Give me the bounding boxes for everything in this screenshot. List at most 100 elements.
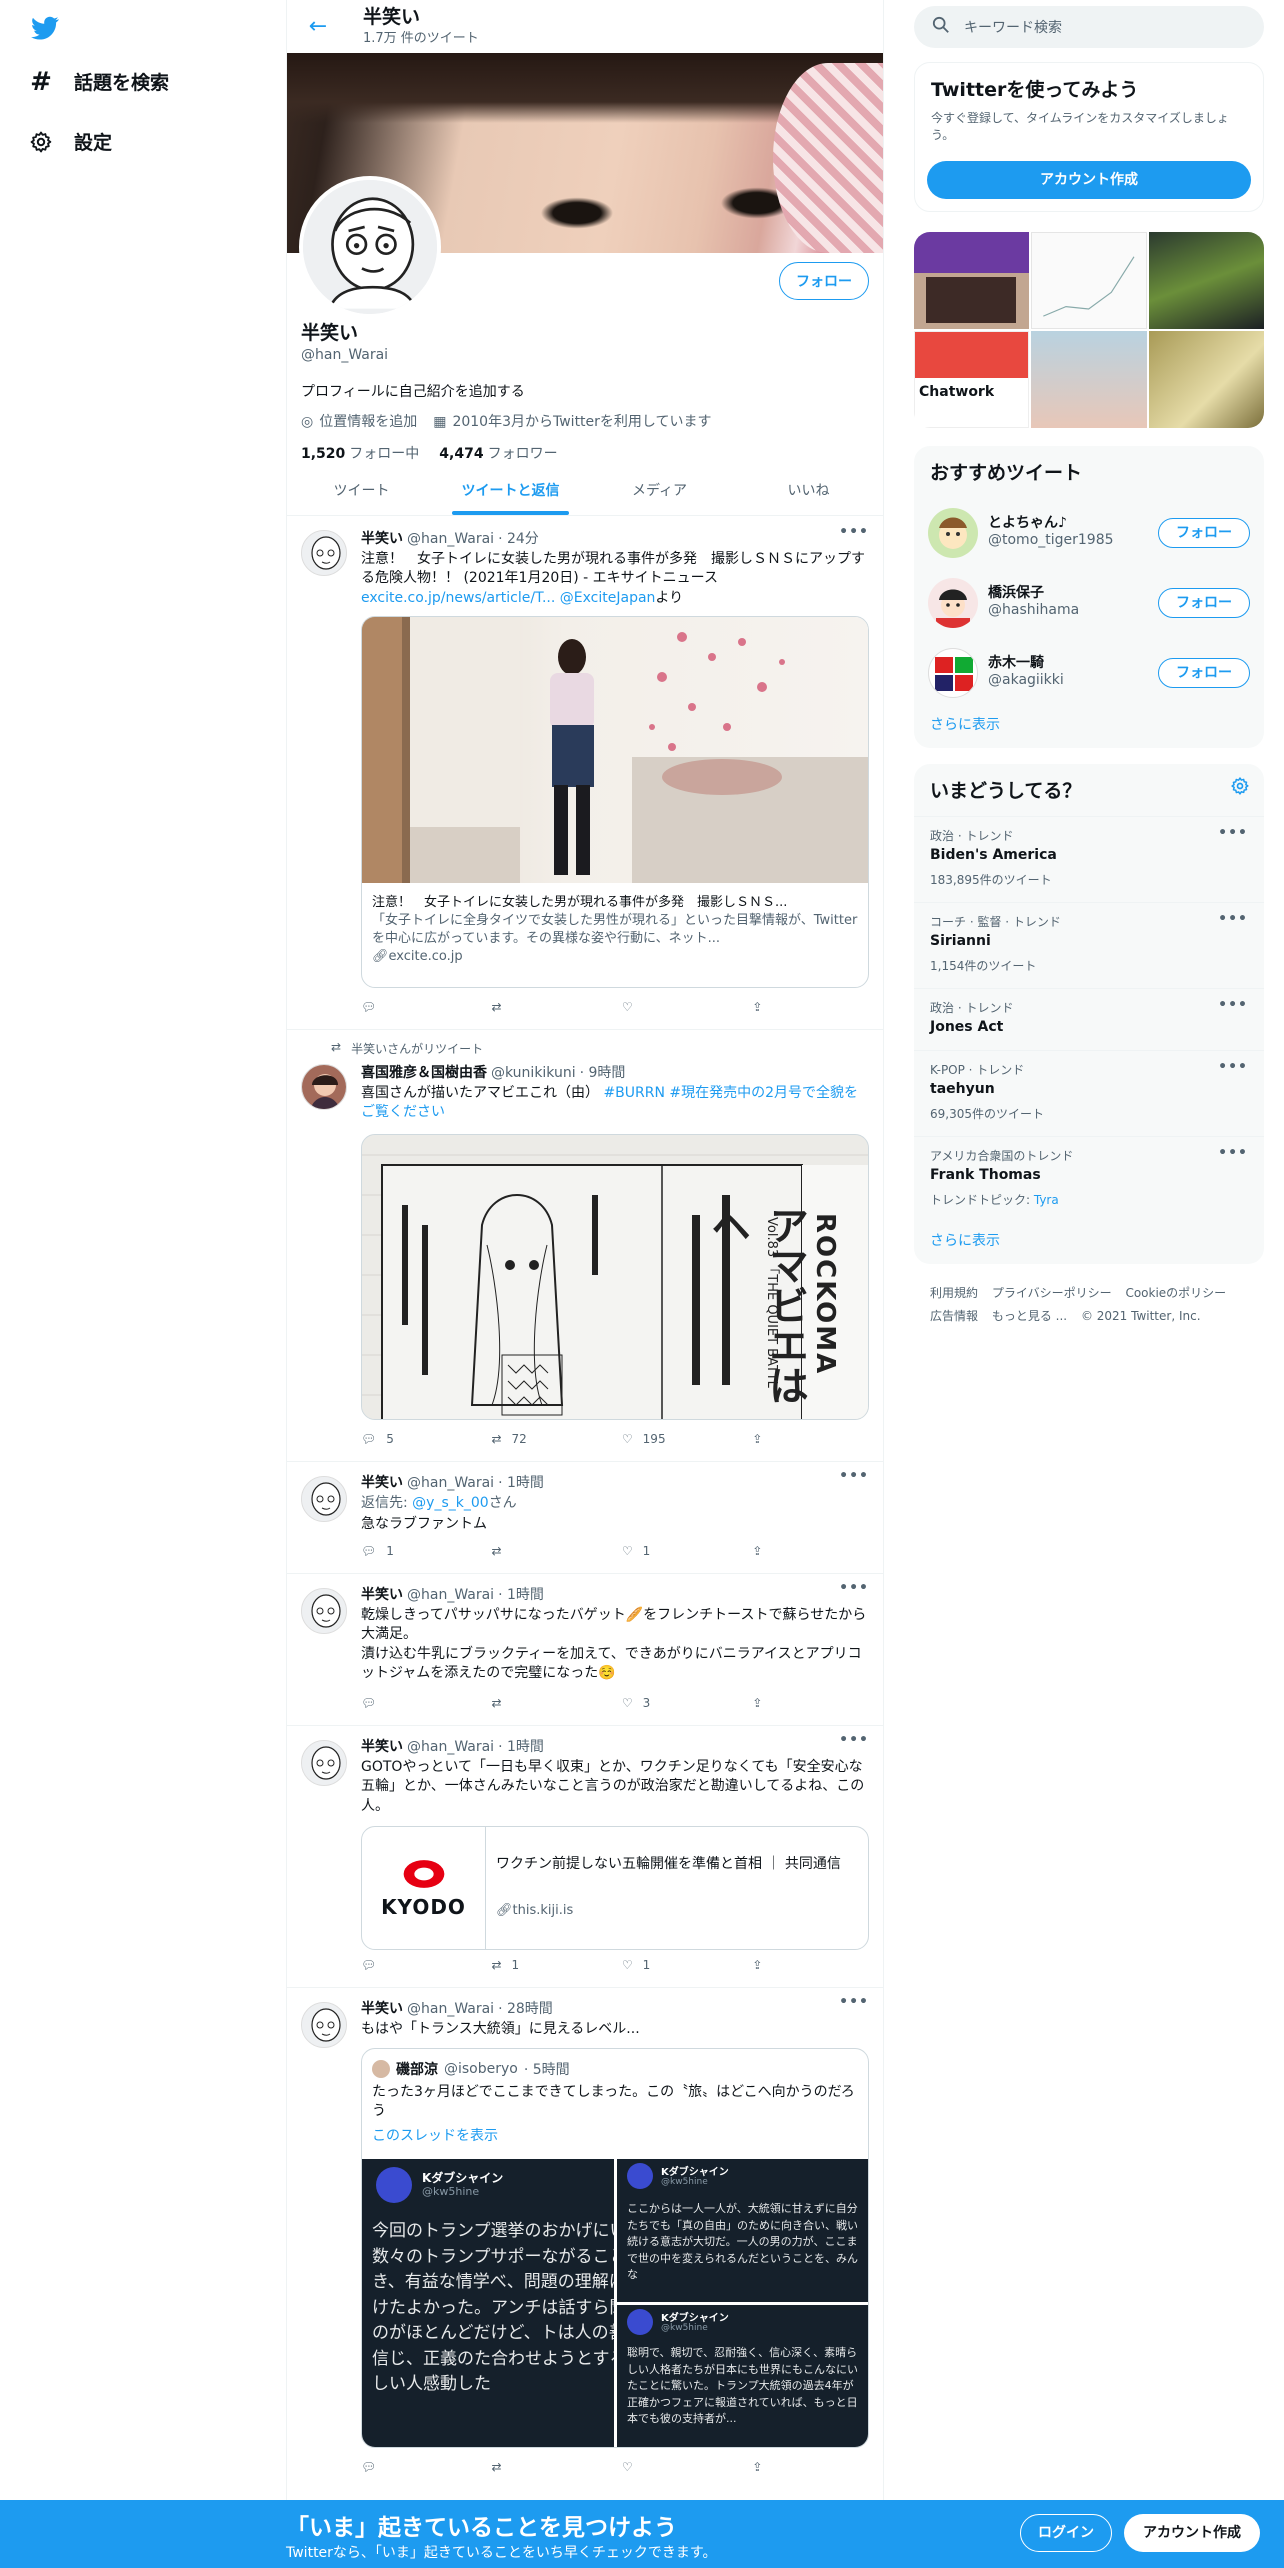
tweet-link[interactable]: excite.co.jp/news/article/T... bbox=[361, 590, 555, 606]
like-button[interactable]: ♡ 1 bbox=[622, 1958, 752, 1972]
more-icon[interactable]: ••• bbox=[1218, 1145, 1248, 1161]
tweet-author-name[interactable]: 半笑い bbox=[361, 1998, 403, 2018]
trend-topic-link[interactable]: Tyra bbox=[1034, 1193, 1059, 1207]
search-box[interactable]: キーワード検索 bbox=[914, 6, 1264, 48]
reply-button[interactable]: 💬︎ bbox=[361, 1000, 491, 1014]
nav-settings[interactable]: 設定 bbox=[28, 128, 112, 155]
tweet[interactable]: 半笑い @han_Warai · 1時間 ••• 乾燥しきってパサッパサになった… bbox=[287, 1574, 883, 1726]
like-button[interactable]: ♡ bbox=[622, 1000, 752, 1014]
tab-likes[interactable]: いいね bbox=[734, 464, 883, 515]
nav-explore[interactable]: # 話題を検索 bbox=[28, 67, 169, 97]
tweet-time[interactable]: · 28時間 bbox=[498, 1998, 553, 2018]
follow-button[interactable]: フォロー bbox=[779, 262, 869, 300]
more-icon[interactable]: ••• bbox=[839, 1732, 869, 1748]
more-icon[interactable]: ••• bbox=[1218, 997, 1248, 1013]
media-thumb[interactable]: Chatwork bbox=[914, 331, 1030, 428]
tweet-avatar[interactable] bbox=[301, 1740, 347, 1786]
tweet-mention[interactable]: @ExciteJapan bbox=[560, 590, 656, 606]
reply-button[interactable]: 💬︎ 1 bbox=[361, 1544, 491, 1558]
share-button[interactable]: ⇪ bbox=[752, 1000, 791, 1014]
share-button[interactable]: ⇪ bbox=[752, 1544, 791, 1558]
footer-terms[interactable]: 利用規約 bbox=[930, 1286, 978, 1300]
footer-more[interactable]: もっと見る ... bbox=[992, 1309, 1067, 1323]
more-icon[interactable]: ••• bbox=[1218, 825, 1248, 841]
media-thumb[interactable] bbox=[914, 232, 1030, 329]
tweet-author-handle[interactable]: @han_Warai bbox=[407, 2001, 494, 2017]
quote-image-3[interactable]: Kダブシャイン @kw5hine 聡明で、親切で、忍耐強く、信心深く、素晴らしい… bbox=[617, 2305, 868, 2447]
more-icon[interactable]: ••• bbox=[839, 524, 869, 540]
like-button[interactable]: ♡ bbox=[622, 2460, 752, 2474]
media-thumb[interactable] bbox=[1031, 331, 1147, 428]
follow-button[interactable]: フォロー bbox=[1158, 658, 1250, 688]
back-arrow-icon[interactable]: ← bbox=[303, 14, 333, 39]
reply-button[interactable]: 💬︎ bbox=[361, 1958, 491, 1972]
more-icon[interactable]: ••• bbox=[839, 1468, 869, 1484]
more-icon[interactable]: ••• bbox=[839, 1580, 869, 1596]
tweet-author-handle[interactable]: @han_Warai bbox=[407, 1739, 494, 1755]
reply-button[interactable]: 💬︎ bbox=[361, 1696, 491, 1710]
media-thumb[interactable] bbox=[1148, 331, 1264, 428]
tweet[interactable]: 半笑い @han_Warai · 24分 ••• 注意！ 女子トイレに女装した男… bbox=[287, 516, 883, 1030]
trend-item[interactable]: K-POP · トレンド taehyun 69,305件のツイート ••• bbox=[914, 1050, 1264, 1136]
recommended-user[interactable]: 橋浜保子 @hashihama フォロー bbox=[914, 568, 1264, 638]
tweet-time[interactable]: · 1時間 bbox=[498, 1736, 544, 1756]
tab-tweets-and-replies[interactable]: ツイートと返信 bbox=[436, 464, 585, 515]
reply-button[interactable]: 💬︎ 5 bbox=[361, 1432, 491, 1446]
retweet-context-label[interactable]: 半笑いさんがリツイート bbox=[351, 1040, 483, 1057]
trend-item[interactable]: 政治 · トレンド Biden's America 183,895件のツイート … bbox=[914, 816, 1264, 902]
retweet-button[interactable]: ⇄ bbox=[491, 1000, 621, 1014]
share-button[interactable]: ⇪ bbox=[752, 2460, 791, 2474]
share-button[interactable]: ⇪ bbox=[752, 1696, 791, 1710]
retweet-button[interactable]: ⇄ bbox=[491, 1544, 621, 1558]
tweet[interactable]: 半笑い @han_Warai · 28時間 ••• もはや「トランス大統領」に見… bbox=[287, 1988, 883, 2500]
footer-ads[interactable]: 広告情報 bbox=[930, 1309, 978, 1323]
trends-show-more-link[interactable]: さらに表示 bbox=[930, 1230, 1000, 1250]
tweet-avatar[interactable] bbox=[301, 530, 347, 576]
tweet-avatar[interactable] bbox=[301, 1588, 347, 1634]
tweet-author-name[interactable]: 半笑い bbox=[361, 1584, 403, 1604]
like-button[interactable]: ♡ 3 bbox=[622, 1696, 752, 1710]
tweet-time[interactable]: · 24分 bbox=[498, 528, 539, 548]
reply-to-handle[interactable]: @y_s_k_00 bbox=[412, 1495, 489, 1511]
tweet-image[interactable]: ROCKOMA Vol.83 「THE QUIET BATTL アマビエはヘ bbox=[361, 1134, 869, 1420]
media-thumb[interactable] bbox=[1148, 232, 1264, 329]
retweet-button[interactable]: ⇄ 1 bbox=[491, 1958, 621, 1972]
search-input[interactable]: キーワード検索 bbox=[964, 17, 1062, 37]
signup-button[interactable]: アカウント作成 bbox=[927, 161, 1251, 199]
quote-show-thread[interactable]: このスレッドを表示 bbox=[372, 2125, 498, 2145]
more-icon[interactable]: ••• bbox=[1218, 911, 1248, 927]
following-link[interactable]: 1,520 フォロー中 bbox=[301, 443, 419, 463]
retweet-button[interactable]: ⇄ bbox=[491, 2460, 621, 2474]
twitter-logo-icon[interactable] bbox=[28, 14, 62, 42]
retweet-button[interactable]: ⇄ bbox=[491, 1696, 621, 1710]
more-icon[interactable]: ••• bbox=[839, 1994, 869, 2010]
gear-icon[interactable] bbox=[1230, 776, 1250, 800]
tweet-author-name[interactable]: 半笑い bbox=[361, 1736, 403, 1756]
tweet-avatar[interactable] bbox=[301, 1064, 347, 1110]
footer-privacy[interactable]: プライバシーポリシー bbox=[992, 1286, 1112, 1300]
share-button[interactable]: ⇪ bbox=[752, 1958, 791, 1972]
tweet-author-handle[interactable]: @han_Warai bbox=[407, 531, 494, 547]
quote-image-2[interactable]: Kダブシャイン @kw5hine ここからは一人一人が、大統領に甘えずに自分たち… bbox=[617, 2159, 868, 2302]
tab-tweets[interactable]: ツイート bbox=[287, 464, 436, 515]
link-card[interactable]: KYODO ワクチン前提しない五輪開催を準備と首相 ｜ 共同通信 🔗︎this.… bbox=[361, 1826, 869, 1950]
follow-button[interactable]: フォロー bbox=[1158, 518, 1250, 548]
trend-item[interactable]: アメリカ合衆国のトレンド Frank Thomas トレンドトピック: Tyra… bbox=[914, 1136, 1264, 1222]
trend-item[interactable]: 政治 · トレンド Jones Act ••• bbox=[914, 988, 1264, 1050]
like-button[interactable]: ♡ 1 bbox=[622, 1544, 752, 1558]
tweet[interactable]: 半笑い @han_Warai · 1時間 ••• 返信先: @y_s_k_00さ… bbox=[287, 1462, 883, 1574]
share-button[interactable]: ⇪ bbox=[752, 1432, 791, 1446]
tweet-time[interactable]: · 9時間 bbox=[580, 1062, 626, 1082]
tweet[interactable]: 半笑い @han_Warai · 1時間 ••• GOTOやっといて「一日も早く… bbox=[287, 1726, 883, 1988]
reply-button[interactable]: 💬︎ bbox=[361, 2460, 491, 2474]
media-thumb[interactable] bbox=[1031, 232, 1147, 329]
quote-tweet[interactable]: 磯部涼 @isoberyo · 5時間 たった3ヶ月ほどでここまできてしまった。… bbox=[361, 2048, 869, 2448]
show-more-link[interactable]: さらに表示 bbox=[930, 714, 1000, 734]
tweet-avatar[interactable] bbox=[301, 1476, 347, 1522]
trend-item[interactable]: コーチ · 監督 · トレンド Sirianni 1,154件のツイート ••• bbox=[914, 902, 1264, 988]
link-card[interactable]: 注意！ 女子トイレに女装した男が現れる事件が多発 撮影しＳＮＳ... 「女子トイ… bbox=[361, 616, 869, 988]
tweet-avatar[interactable] bbox=[301, 2002, 347, 2048]
tweet-time[interactable]: · 1時間 bbox=[498, 1584, 544, 1604]
followers-link[interactable]: 4,474 フォロワー bbox=[439, 443, 557, 463]
more-icon[interactable]: ••• bbox=[1218, 1059, 1248, 1075]
